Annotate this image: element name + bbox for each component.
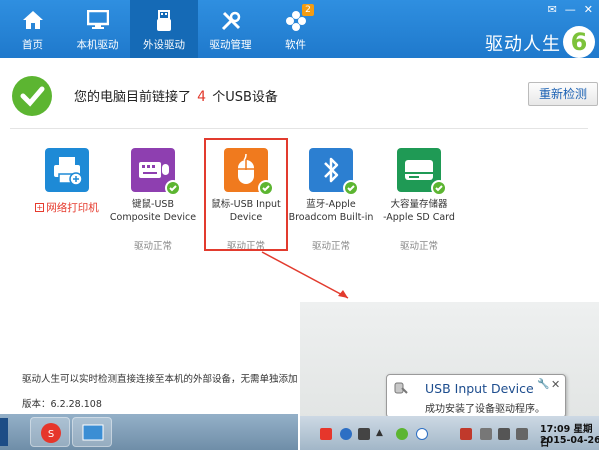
bluetooth-icon [309,148,359,196]
shield-icon[interactable] [416,428,428,440]
taskbar-app-window[interactable] [72,417,112,447]
tab-local-drivers[interactable]: 本机驱动 [65,0,130,58]
svg-text:S: S [48,429,54,440]
notification-title: USB Input Device [425,381,534,396]
driver-tray-icon[interactable] [396,428,408,440]
tab-label: 首页 [22,39,43,51]
help-icon[interactable] [340,428,352,440]
update-badge: 2 [302,4,314,16]
brand-name: 驱动人生 [485,34,561,55]
device-count-message: 您的电脑目前链接了 4 个USB设备 [74,86,278,105]
driver-status: 驱动正常 [399,241,438,252]
device-network-printer[interactable]: + 网络打印机 [22,148,112,215]
device-name: 大容量存储器 -Apple SD Card [383,199,455,223]
status-prefix: 您的电脑目前链接了 [74,90,192,105]
close-button[interactable]: ✕ [584,3,593,16]
printer-icon [45,148,89,192]
battery-icon[interactable] [480,428,492,440]
message-icon[interactable]: ✉ [548,3,557,16]
driver-status: 驱动正常 [311,241,350,252]
footer-description: 驱动人生可以实时检测直接连接至本机的外部设备，无需单独添加；如 [22,374,317,385]
app-header: 首页 本机驱动 外设驱动 驱动管理 2 软件 ✉ — ✕ 驱动人生 6 [0,0,599,58]
device-name: 键鼠-USB Composite Device [109,199,197,223]
plus-icon: + [35,203,45,212]
tab-label: 软件 [285,39,306,51]
sogou-icon[interactable] [320,428,332,440]
close-icon[interactable]: ✕ [551,378,560,391]
status-suffix: 个USB设备 [212,90,278,105]
main-nav: 首页 本机驱动 外设驱动 驱动管理 2 软件 [0,0,328,58]
brand-logo: 6 [563,26,595,58]
ok-check-icon [165,180,181,196]
tab-driver-management[interactable]: 驱动管理 [198,0,263,58]
success-check-icon [12,76,52,116]
minimize-button[interactable]: — [565,3,576,16]
tab-label: 驱动管理 [209,39,252,51]
divider [10,128,588,129]
tools-icon [221,11,240,31]
device-name: 网络打印机 [46,202,99,214]
tab-software[interactable]: 2 软件 [263,0,328,58]
home-icon [22,11,43,29]
notification-body: 成功安装了设备驱动程序。 [425,404,545,415]
notification-balloon[interactable]: USB Input Device 成功安装了设备驱动程序。 🔧 ✕ [386,374,566,426]
drive-icon [397,148,447,196]
keyboard-icon [131,148,181,196]
redetect-button[interactable]: 重新检测 [528,82,598,106]
tab-home[interactable]: 首页 [0,0,65,58]
highlight-box [204,138,288,251]
device-keyboard[interactable]: 键鼠-USB Composite Device 驱动正常 [108,148,198,252]
usb-device-icon [394,382,408,394]
window-controls: ✉ — ✕ [548,3,593,16]
tab-peripheral-drivers[interactable]: 外设驱动 [130,0,198,58]
expand-icon[interactable]: ▲ [376,428,388,440]
driver-status: 驱动正常 [133,241,172,252]
keyboard-tray-icon[interactable] [358,428,370,440]
ok-check-icon [343,180,359,196]
tab-label: 本机驱动 [76,39,119,51]
device-bluetooth[interactable]: 蓝牙-Apple Broadcom Built-in 驱动正常 [286,148,376,252]
ok-check-icon [431,180,447,196]
version-label: 版本：6.2.28.108 [22,399,102,410]
monitor-icon [86,10,109,29]
taskbar: S [0,414,300,450]
clock-date[interactable]: 2015-04-26 [540,435,599,446]
device-storage[interactable]: 大容量存储器 -Apple SD Card 驱动正常 [374,148,464,252]
usb-icon [157,10,171,31]
tab-label: 外设驱动 [143,39,185,51]
network-icon[interactable] [498,428,510,440]
notification-inset: USB Input Device 成功安装了设备驱动程序。 🔧 ✕ ▲ 17:0… [298,300,599,450]
flag-icon[interactable] [460,428,472,440]
start-edge [0,418,8,446]
add-printer-link[interactable]: + 网络打印机 [22,200,112,215]
taskbar-app-360[interactable]: S [30,417,70,447]
system-tray: ▲ 17:09 星期日 2015-04-26 [300,416,599,450]
settings-icon[interactable]: 🔧 [537,379,549,390]
device-name: 蓝牙-Apple Broadcom Built-in [288,199,374,223]
volume-icon[interactable] [516,428,528,440]
device-count: 4 [197,89,207,105]
